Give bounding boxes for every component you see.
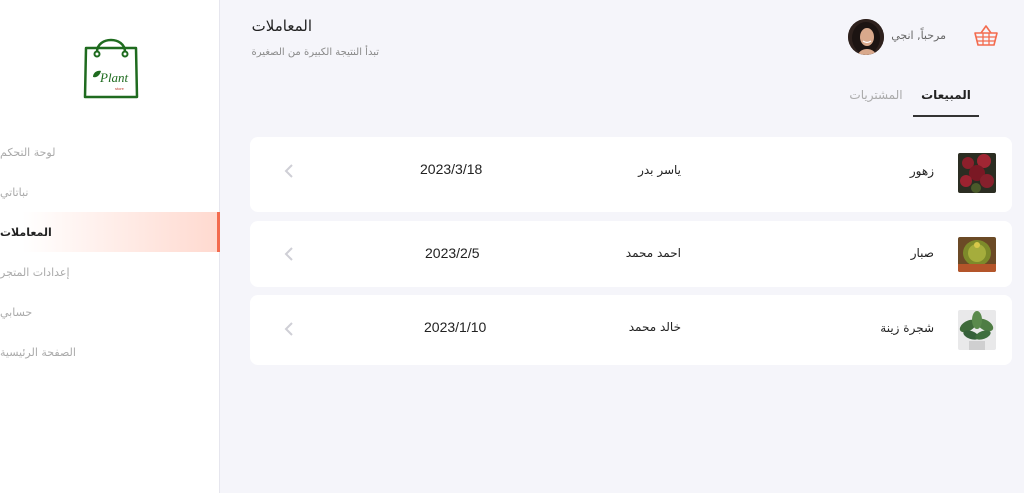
tab-sales[interactable]: المبيعات <box>913 83 979 117</box>
transaction-date: 2023/3/18 <box>420 161 483 177</box>
sidebar-item-home[interactable]: الصفحة الرئيسية <box>0 332 220 372</box>
transaction-row[interactable]: شجرة زينة خالد محمد 2023/1/10 <box>250 295 1012 365</box>
chevron-left-icon[interactable] <box>283 163 295 179</box>
sidebar-item-my-plants[interactable]: نباتاتي <box>0 172 220 212</box>
plant-thumbnail <box>958 153 996 193</box>
sidebar-item-transactions[interactable]: المعاملات <box>0 212 220 252</box>
sidebar-item-label: المعاملات <box>0 225 52 239</box>
shopping-basket-icon[interactable] <box>973 24 999 48</box>
transaction-date: 2023/1/10 <box>424 319 487 335</box>
customer-name: احمد محمد <box>625 246 681 260</box>
sidebar-item-my-account[interactable]: حسابي <box>0 292 220 332</box>
plant-thumbnail <box>958 237 996 272</box>
tab-purchases[interactable]: المشتريات <box>846 83 906 117</box>
transaction-row[interactable]: زهور ياسر بدر 2023/3/18 <box>250 137 1012 212</box>
transaction-date: 2023/2/5 <box>425 245 480 261</box>
sidebar-item-label: الصفحة الرئيسية <box>0 345 76 359</box>
sidebar-item-store-settings[interactable]: إعدادات المتجر <box>0 252 220 292</box>
chevron-left-icon[interactable] <box>283 321 295 337</box>
user-avatar[interactable] <box>848 19 884 55</box>
plant-store-logo[interactable]: Plant store <box>80 30 142 100</box>
chevron-left-icon[interactable] <box>283 246 295 262</box>
plant-name: شجرة زينة <box>880 321 934 335</box>
logo-text: Plant <box>99 70 129 85</box>
customer-name: ياسر بدر <box>638 163 681 177</box>
plant-name: صبار <box>910 246 934 260</box>
sidebar-item-label: إعدادات المتجر <box>0 265 70 279</box>
user-greeting: مرحباً, انجي <box>891 29 946 42</box>
page-subtitle: تبدأ النتيجة الكبيرة من الصغيرة <box>251 47 379 58</box>
sidebar-nav: لوحة التحكم نباتاتي المعاملات إعدادات ال… <box>0 132 220 372</box>
sidebar-item-dashboard[interactable]: لوحة التحكم <box>0 132 220 172</box>
customer-name: خالد محمد <box>628 320 681 334</box>
plant-name: زهور <box>909 164 934 178</box>
page-title: المعاملات <box>251 17 312 35</box>
transaction-row[interactable]: صبار احمد محمد 2023/2/5 <box>250 221 1012 287</box>
logo-subtext: store <box>115 86 125 91</box>
sidebar: Plant store لوحة التحكم نباتاتي المعاملا… <box>0 0 220 493</box>
sidebar-item-label: نباتاتي <box>0 185 29 199</box>
sidebar-item-label: لوحة التحكم <box>0 145 56 159</box>
sidebar-item-label: حسابي <box>0 305 33 319</box>
plant-thumbnail <box>958 310 996 350</box>
